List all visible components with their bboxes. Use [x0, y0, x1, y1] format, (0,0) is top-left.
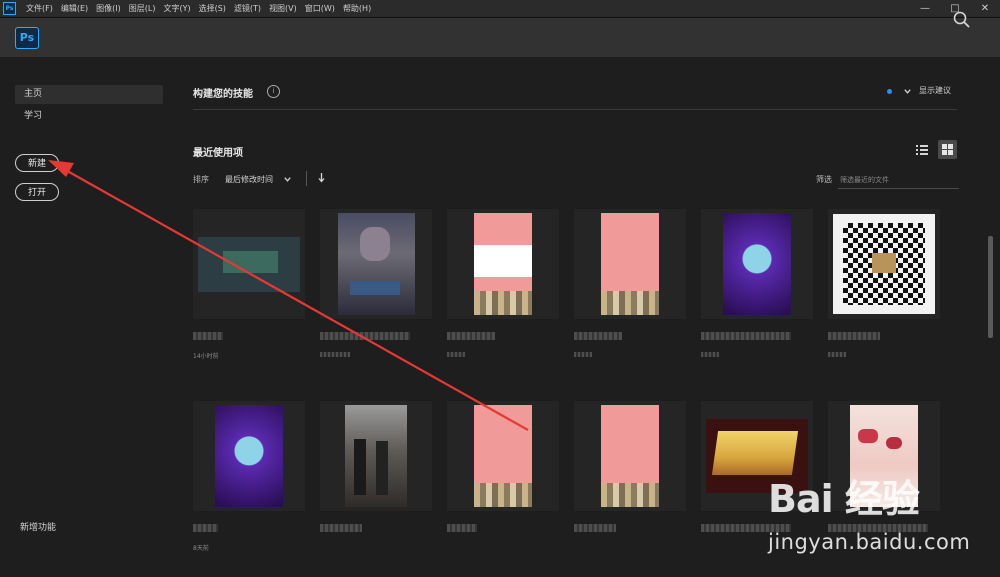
file-name	[320, 524, 362, 532]
file-thumbnail	[320, 401, 432, 511]
vertical-scrollbar[interactable]	[988, 236, 993, 338]
menu-bar: Ps 文件(F) 编辑(E) 图像(I) 图层(L) 文字(Y) 选择(S) 滤…	[0, 0, 1000, 18]
menu-view[interactable]: 视图(V)	[265, 3, 301, 14]
app-badge: Ps	[3, 2, 16, 15]
minimize-button[interactable]: —	[910, 0, 940, 17]
sort-chevron-icon[interactable]	[283, 175, 292, 184]
sort-dropdown[interactable]: 最后修改时间	[225, 174, 273, 185]
recent-title: 最近使用项	[193, 148, 243, 159]
sidebar-item-learn[interactable]: 学习	[15, 107, 163, 126]
close-button[interactable]: ✕	[970, 0, 1000, 17]
file-thumbnail	[447, 401, 559, 511]
file-thumbnail	[574, 401, 686, 511]
file-name	[193, 524, 218, 532]
section-divider	[193, 109, 957, 110]
show-suggestions-button[interactable]: 显示建议	[919, 85, 951, 96]
sort-label: 排序	[193, 175, 209, 184]
menu-edit[interactable]: 编辑(E)	[57, 3, 92, 14]
file-name	[447, 524, 477, 532]
grid-view-icon[interactable]	[938, 140, 957, 159]
toolbar-separator	[306, 171, 307, 186]
search-icon[interactable]	[952, 10, 972, 30]
notification-dot	[887, 89, 892, 94]
menu-help[interactable]: 帮助(H)	[339, 3, 375, 14]
file-name	[701, 332, 791, 340]
baidu-jingyan-watermark: Bai 经验 jingyan.baidu.com	[768, 468, 983, 568]
photoshop-logo[interactable]: Ps	[15, 27, 39, 49]
whats-new-link[interactable]: 新增功能	[20, 520, 56, 533]
file-thumbnail	[828, 209, 940, 319]
file-name	[828, 332, 880, 340]
menu-filter[interactable]: 滤镜(T)	[230, 3, 265, 14]
sidebar-item-home[interactable]: 主页	[15, 85, 163, 104]
file-modified-time	[320, 352, 350, 357]
file-modified-time	[828, 352, 846, 357]
menu-layer[interactable]: 图层(L)	[125, 3, 160, 14]
new-button[interactable]: 新建	[15, 154, 59, 172]
file-name	[447, 332, 495, 340]
file-modified-time	[574, 352, 592, 357]
info-icon[interactable]: i	[267, 85, 280, 98]
sort-direction-icon[interactable]	[317, 172, 326, 183]
filter-input[interactable]	[838, 171, 959, 189]
chevron-down-icon[interactable]	[903, 87, 912, 96]
file-thumbnail	[320, 209, 432, 319]
watermark-site: jingyan.baidu.com	[768, 530, 971, 554]
file-name	[320, 332, 410, 340]
file-modified-time	[701, 352, 719, 357]
menu-select[interactable]: 选择(S)	[195, 3, 230, 14]
filter-label: 筛选	[816, 175, 832, 184]
watermark-brand: Bai 经验	[768, 477, 920, 521]
file-name	[574, 524, 616, 532]
file-name	[574, 332, 622, 340]
file-thumbnail	[193, 209, 305, 319]
home-top-bar: Ps	[0, 18, 1000, 57]
file-thumbnail	[193, 401, 305, 511]
menu-image[interactable]: 图像(I)	[92, 3, 125, 14]
file-thumbnail	[701, 209, 813, 319]
menu-window[interactable]: 窗口(W)	[301, 3, 339, 14]
file-name	[193, 332, 223, 340]
open-button[interactable]: 打开	[15, 183, 59, 201]
list-view-icon[interactable]	[914, 142, 930, 158]
menu-type[interactable]: 文字(Y)	[159, 3, 194, 14]
menu-file[interactable]: 文件(F)	[22, 3, 57, 14]
file-thumbnail	[447, 209, 559, 319]
skills-title: 构建您的技能	[193, 89, 253, 100]
file-modified-time: 14小时前	[193, 353, 219, 360]
file-modified-time	[447, 352, 465, 357]
file-thumbnail	[574, 209, 686, 319]
file-modified-time: 8天前	[193, 545, 209, 552]
